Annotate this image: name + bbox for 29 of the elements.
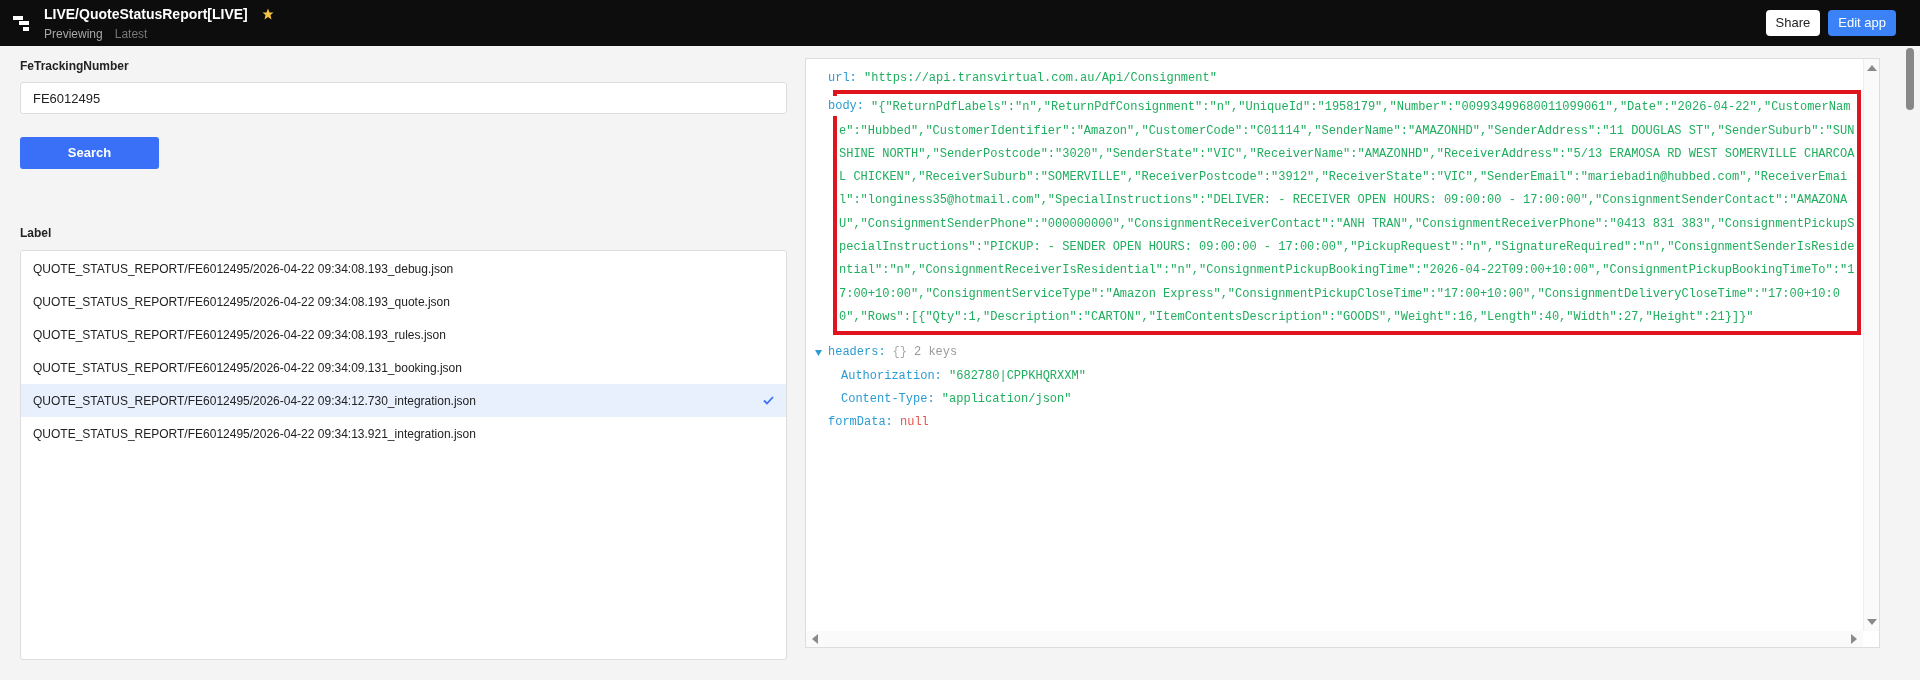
expand-caret-icon[interactable] (815, 349, 822, 356)
mode-label: Previewing (44, 25, 103, 43)
key-count: 2 keys (914, 344, 958, 362)
check-icon (763, 396, 774, 405)
json-key: formData: (828, 415, 893, 430)
app-logo-icon (13, 14, 31, 32)
scroll-right-icon[interactable] (1851, 634, 1857, 644)
list-label: Label (20, 226, 53, 240)
version-label: Latest (114, 25, 148, 43)
search-button[interactable]: Search (20, 137, 159, 169)
object-braces: {} (892, 344, 907, 362)
edit-app-button[interactable]: Edit app (1828, 10, 1896, 36)
field-label: FeTrackingNumber (20, 59, 130, 73)
list-item[interactable]: QUOTE_STATUS_REPORT/FE6012495/2026-04-22 09:34:12.730_integration.json (21, 384, 786, 417)
star-icon[interactable] (261, 8, 274, 20)
share-button[interactable]: Share (1765, 10, 1821, 36)
json-null-value: null (900, 415, 929, 430)
json-string-value: "https://api.transvirtual.com.au/Api/Consignment" (864, 71, 1217, 85)
scroll-down-icon[interactable] (1866, 619, 1877, 625)
scroll-up-icon[interactable] (1866, 65, 1877, 71)
app-title: LIVE/QuoteStatusReport[LIVE] (44, 4, 248, 24)
page-scrollbar-thumb[interactable] (1906, 48, 1914, 110)
json-key: Content-Type: (841, 391, 935, 406)
json-key: url: (828, 71, 857, 85)
scroll-left-icon[interactable] (812, 634, 818, 644)
json-string-value: "682780|CPPKHQRXXM" (949, 368, 1086, 383)
tracking-number-field[interactable]: FE6012495 (20, 82, 787, 114)
json-key: Authorization: (841, 368, 942, 383)
json-string-value: "application/json" (941, 391, 1072, 406)
